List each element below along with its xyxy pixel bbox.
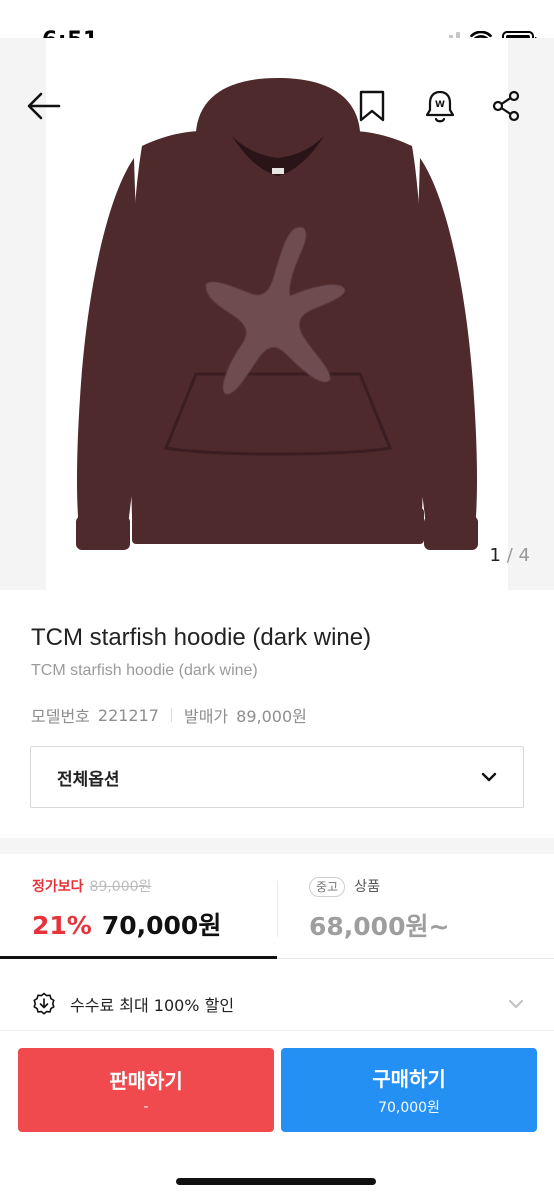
bottom-bar-divider — [0, 1030, 554, 1031]
gallery-total-pages: 4 — [518, 545, 530, 566]
hoodie-right-cuff — [424, 516, 478, 550]
price-alert-button[interactable]: W — [420, 86, 460, 126]
current-price: 70,000원 — [101, 911, 222, 940]
chevron-down-icon — [508, 999, 524, 1009]
new-price-tab[interactable]: 정가보다 89,000원 21% 70,000원 — [32, 876, 221, 942]
compare-label: 정가보다 — [32, 879, 84, 895]
release-price-value: 89,000원 — [236, 707, 307, 726]
product-title: TCM starfish hoodie (dark wine) — [31, 624, 372, 651]
option-select[interactable]: 전체옵션 — [30, 746, 524, 808]
bell-won-icon: W — [425, 90, 455, 123]
bookmark-icon — [359, 90, 385, 122]
product-subtitle: TCM starfish hoodie (dark wine) — [31, 662, 258, 679]
arrow-left-icon — [27, 92, 61, 120]
svg-text:W: W — [435, 100, 445, 110]
gallery-current-page: 1 — [489, 545, 501, 566]
discount-badge-icon — [33, 992, 55, 1015]
model-number-label: 모델번호 — [31, 707, 90, 726]
share-icon — [492, 90, 520, 122]
gallery-page-separator: / — [506, 545, 513, 566]
fee-discount-text: 수수료 최대 100% 할인 — [70, 996, 235, 1015]
hoodie-hem — [132, 508, 424, 544]
sell-button-label: 판매하기 — [109, 1069, 183, 1093]
chevron-down-icon — [481, 772, 497, 782]
buy-button-label: 구매하기 — [372, 1067, 446, 1091]
model-number-value: 221217 — [97, 705, 159, 725]
hoodie-label — [272, 168, 284, 174]
hoodie-left-cuff — [76, 516, 130, 550]
back-button[interactable] — [24, 86, 64, 126]
option-select-label: 전체옵션 — [57, 769, 120, 790]
buy-button-price: 70,000원 — [378, 1100, 440, 1116]
release-price-label: 발매가 — [183, 707, 229, 726]
bookmark-button[interactable] — [352, 86, 392, 126]
discount-rate: 21% — [32, 911, 92, 940]
buy-button[interactable]: 구매하기 70,000원 — [281, 1048, 537, 1132]
used-price-tab[interactable]: 중고 상품 68,000원~ — [309, 876, 449, 943]
section-separator — [0, 838, 554, 854]
share-button[interactable] — [486, 86, 526, 126]
product-meta: 모델번호 221217 발매가 89,000원 — [31, 703, 307, 727]
fee-discount-row[interactable]: 수수료 최대 100% 할인 — [0, 976, 554, 1032]
meta-divider — [170, 708, 172, 722]
price-divider — [277, 881, 278, 937]
used-label: 상품 — [354, 879, 380, 895]
sell-button[interactable]: 판매하기 - — [18, 1048, 274, 1132]
home-indicator[interactable] — [176, 1178, 376, 1185]
active-tab-indicator — [0, 956, 277, 959]
original-price: 89,000원 — [89, 879, 152, 895]
gallery-page-counter: 1 / 4 — [490, 545, 530, 566]
used-price: 68,000원~ — [309, 912, 450, 941]
used-badge: 중고 — [309, 877, 346, 897]
sell-button-price: - — [143, 1099, 149, 1115]
product-gallery[interactable]: W 1 / 4 — [0, 38, 554, 590]
